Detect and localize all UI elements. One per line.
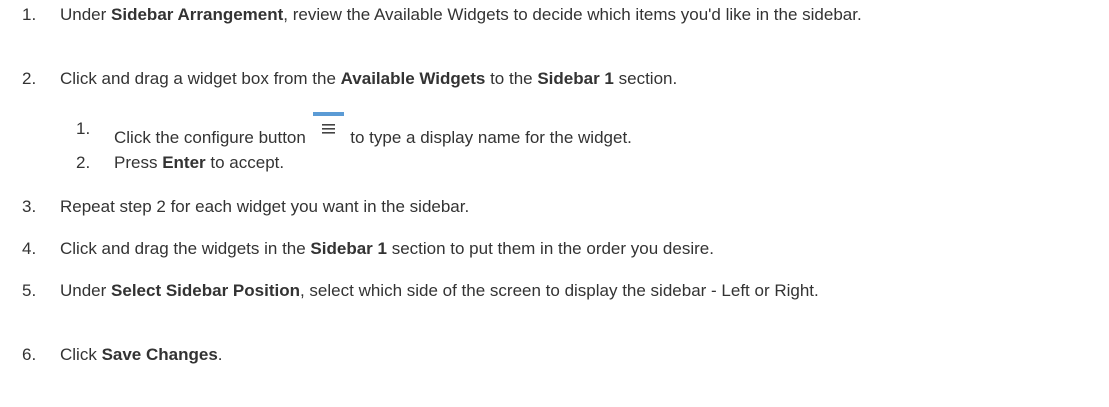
step-number: 5. (22, 281, 37, 300)
ui-term-enter: Enter (162, 153, 206, 172)
step-text: Under Sidebar Arrangement, review the Av… (60, 5, 862, 24)
step-6: 6. Click Save Changes. (22, 344, 1102, 366)
ui-term-sidebar-1: Sidebar 1 (310, 239, 387, 258)
step-text: Under Select Sidebar Position, select wh… (60, 281, 819, 300)
step-text: Click and drag a widget box from the Ava… (60, 69, 678, 88)
menu-configure-icon (312, 112, 344, 149)
step-number: 2. (22, 69, 37, 88)
step-2: 2. Click and drag a widget box from the … (22, 68, 1102, 90)
step-4: 4. Click and drag the widgets in the Sid… (22, 238, 1102, 260)
ui-term-sidebar-arrangement: Sidebar Arrangement (111, 5, 284, 24)
step-number: 6. (22, 345, 37, 364)
step-text: Press Enter to accept. (114, 153, 285, 172)
step-3: 3. Repeat step 2 for each widget you wan… (22, 196, 1102, 218)
step-text: Click the configure button to type a dis… (114, 112, 1096, 149)
substep-2-1: 1. Click the configure button to type a … (76, 112, 1096, 149)
step-text: Repeat step 2 for each widget you want i… (60, 197, 470, 216)
step-text: Click and drag the widgets in the Sideba… (60, 239, 714, 258)
step-number: 3. (22, 197, 37, 216)
step-text: Click Save Changes. (60, 345, 223, 364)
ui-term-available-widgets: Available Widgets (340, 69, 486, 88)
ui-term-save-changes: Save Changes (101, 345, 218, 364)
ui-term-sidebar-1: Sidebar 1 (537, 69, 614, 88)
substep-2-2: 2. Press Enter to accept. (76, 152, 1096, 174)
step-number: 1. (22, 5, 37, 24)
step-1: 1. Under Sidebar Arrangement, review the… (22, 4, 1102, 26)
ui-term-select-sidebar-position: Select Sidebar Position (111, 281, 300, 300)
step-number: 1. (76, 119, 91, 138)
instructions-document: 1. Under Sidebar Arrangement, review the… (0, 0, 1109, 407)
step-number: 4. (22, 239, 37, 258)
step-5: 5. Under Select Sidebar Position, select… (22, 280, 1102, 302)
step-number: 2. (76, 153, 91, 172)
